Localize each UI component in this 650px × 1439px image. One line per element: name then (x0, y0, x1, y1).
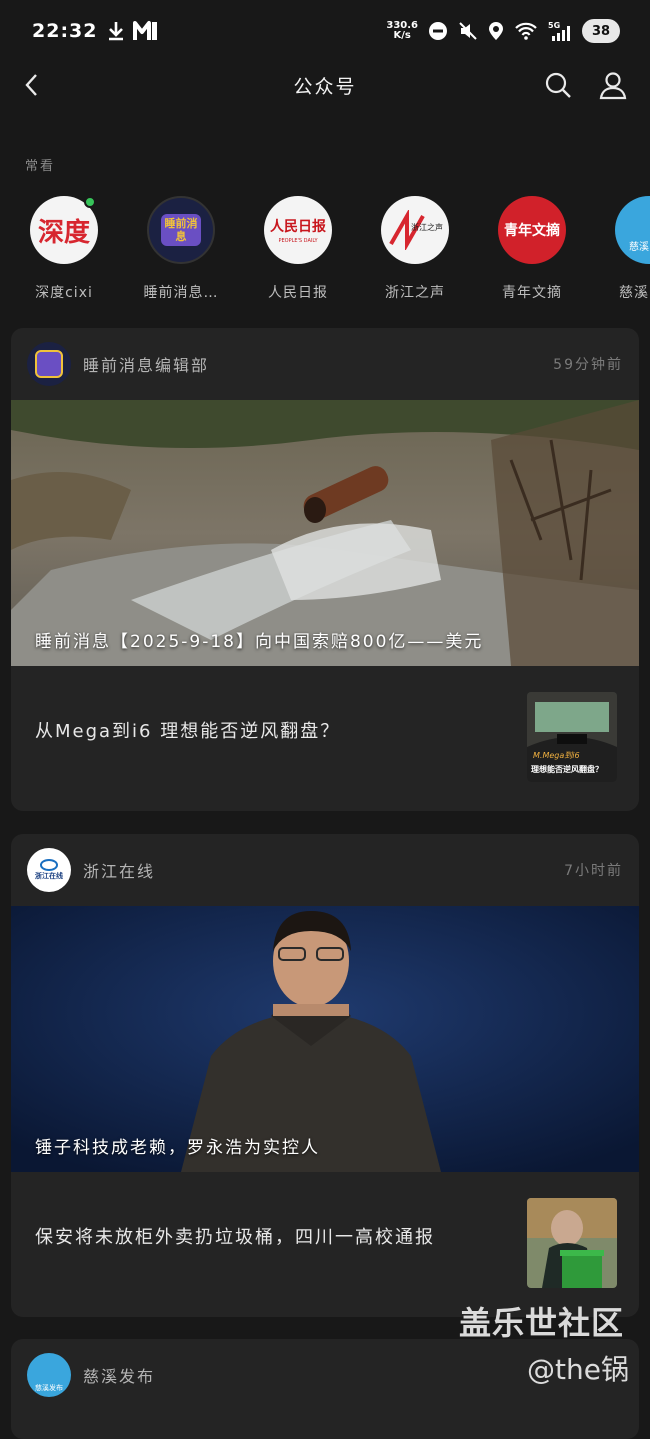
account-name: 人民日报 (268, 285, 328, 301)
svg-text:5G: 5G (548, 21, 560, 30)
frequent-account-item[interactable]: 浙江之声 浙江之声 (365, 190, 465, 302)
account-avatar: 人民日报 PEOPLE'S DAILY (264, 196, 332, 264)
frequent-account-item[interactable]: 深度 深度cixi (14, 190, 114, 302)
user-icon[interactable] (598, 70, 628, 100)
status-time: 22:32 (32, 20, 98, 42)
frequent-account-item[interactable]: 睡前消息 睡前消息… (131, 190, 231, 302)
watermark-title: 盖乐世社区 (459, 1304, 625, 1342)
card-header[interactable]: 睡前消息编辑部 59分钟前 (11, 328, 639, 400)
card-header[interactable]: 浙江在线 浙江在线 7小时前 (11, 834, 639, 906)
sub-article-title: 从Mega到i6 理想能否逆风翻盘？ (35, 721, 341, 742)
account-logo-text: 浙江之声 (411, 223, 443, 232)
watermark-handle: @the锅 (527, 1353, 629, 1386)
hero-title: 睡前消息【2025-9-18】向中国索赔800亿——美元 (35, 632, 484, 652)
account-logo-text: 慈溪 (629, 241, 649, 253)
frequent-account-item[interactable]: 人民日报 PEOPLE'S DAILY 人民日报 (248, 190, 348, 302)
account-logo-text: 慈溪发布 (35, 1384, 63, 1392)
download-icon (107, 21, 125, 41)
account-logo-text: 睡前消息 (161, 214, 201, 246)
m-app-icon (133, 20, 159, 42)
sub-article-item[interactable]: 从Mega到i6 理想能否逆风翻盘？ M.Mega到i6 理想能否逆风翻盘？ (11, 674, 639, 786)
status-bar: 22:32 330.6 K/s 5G 38 (0, 0, 650, 62)
top-bar: 公众号 (0, 62, 650, 108)
account-name: 浙江之声 (385, 285, 445, 301)
network-speed: 330.6 K/s (386, 20, 418, 41)
article-card: 睡前消息编辑部 59分钟前 睡前消息【2025-9-18】向中国索赔800亿——… (11, 328, 639, 811)
account-name: 慈溪发布 (83, 1367, 156, 1386)
hero-title: 锤子科技成老赖，罗永浩为实控人 (35, 1138, 320, 1158)
account-logo-text: 深度 (37, 217, 90, 248)
location-icon (488, 21, 504, 41)
sub-article-title: 保安将未放柜外卖扔垃圾桶，四川一高校通报 (35, 1227, 435, 1248)
account-name: 浙江在线 (83, 862, 156, 881)
wifi-icon (514, 21, 538, 41)
mute-icon (458, 21, 478, 41)
article-card: 浙江在线 浙江在线 7小时前 锤子科技成老赖，罗永浩为实控人 保安将未放柜外卖扔… (11, 834, 639, 1317)
account-avatar (27, 342, 71, 386)
account-avatar: 浙江之声 (381, 196, 449, 264)
account-avatar: 慈溪发布 (27, 1353, 71, 1397)
account-logo-subtext: PEOPLE'S DAILY (278, 238, 318, 244)
account-avatar: 睡前消息 (147, 196, 215, 264)
account-name: 慈溪 (619, 285, 649, 301)
account-name: 睡前消息… (143, 285, 219, 301)
unread-dot (84, 196, 96, 208)
dnd-icon (428, 21, 448, 41)
sub-article-thumbnail: M.Mega到i6 理想能否逆风翻盘？ (527, 692, 617, 782)
account-avatar: 浙江在线 (27, 848, 71, 892)
thumbnail-brand-text: M.Mega到i6 (533, 751, 580, 760)
account-name: 睡前消息编辑部 (83, 356, 210, 375)
account-logo-text: 人民日报 (270, 219, 326, 235)
battery-indicator: 38 (582, 19, 620, 43)
sub-article-item[interactable]: 保安将未放柜外卖扔垃圾桶，四川一高校通报 (11, 1180, 639, 1292)
account-avatar: 青年文摘 (498, 196, 566, 264)
hero-article[interactable]: 睡前消息【2025-9-18】向中国索赔800亿——美元 (11, 400, 639, 666)
hero-article[interactable]: 锤子科技成老赖，罗永浩为实控人 (11, 906, 639, 1172)
sub-article-thumbnail (527, 1198, 617, 1288)
account-name: 青年文摘 (502, 285, 562, 301)
account-avatar: 慈溪 (615, 196, 650, 264)
search-icon[interactable] (543, 70, 573, 100)
signal-5g-icon: 5G (548, 20, 572, 42)
account-logo-text: 青年文摘 (504, 223, 560, 239)
account-name: 深度cixi (35, 285, 93, 301)
thumbnail-caption: 理想能否逆风翻盘？ (531, 765, 603, 774)
publish-time: 59分钟前 (553, 357, 623, 373)
publish-time: 7小时前 (564, 863, 623, 879)
frequent-account-item[interactable]: 慈溪 慈溪 (599, 190, 650, 302)
frequent-account-item[interactable]: 青年文摘 青年文摘 (482, 190, 582, 302)
frequent-accounts: 深度 深度cixi 睡前消息 睡前消息… 人民日报 PEOPLE'S DAILY… (0, 190, 650, 310)
trash-bin-photo (527, 1198, 617, 1288)
frequent-section-label: 常看 (25, 159, 56, 174)
account-logo-text: 浙江在线 (35, 872, 63, 880)
zhejiang-online-logo-icon (40, 859, 58, 871)
